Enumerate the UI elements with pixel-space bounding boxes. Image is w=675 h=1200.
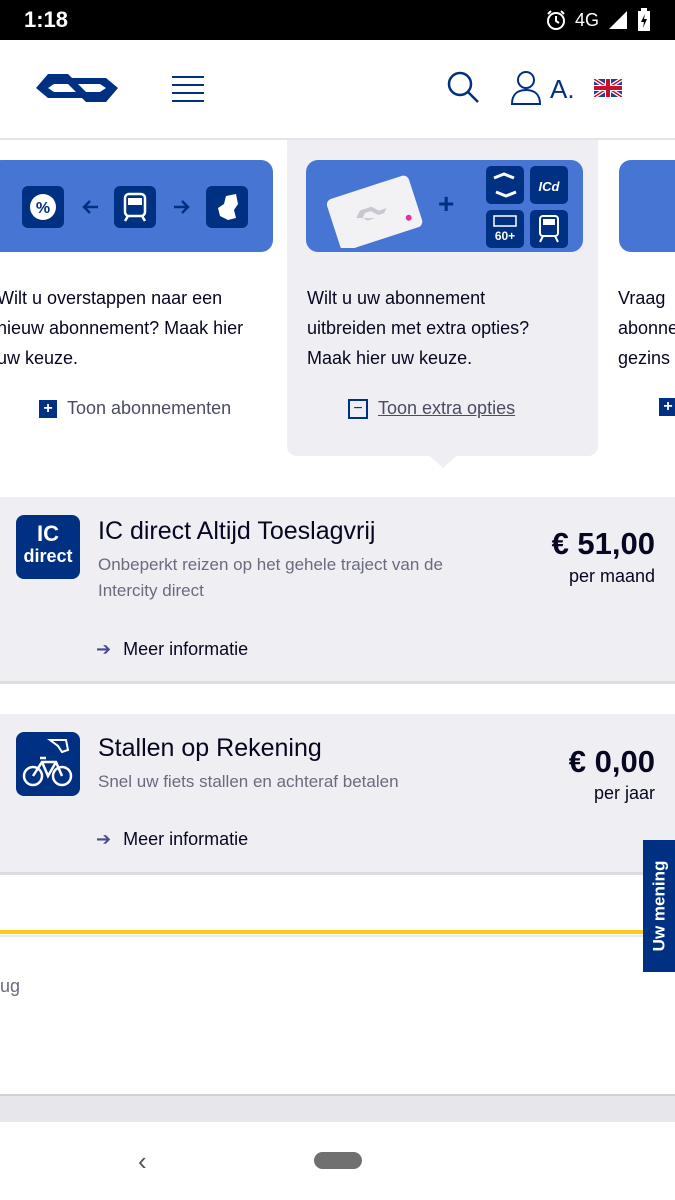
discount-icon: %	[22, 186, 64, 228]
site-header: A.	[0, 40, 675, 140]
hamburger-menu-icon[interactable]	[172, 74, 204, 104]
product-price: € 0,00	[568, 744, 655, 779]
product-price: € 51,00	[551, 526, 655, 561]
user-icon[interactable]	[510, 70, 542, 106]
switch-subscription-banner: %	[0, 160, 273, 252]
train-icon	[114, 186, 156, 228]
status-icons: 4G	[545, 8, 651, 32]
family-banner	[619, 160, 675, 252]
age-badge: 60+	[495, 229, 515, 243]
plus-sign: +	[438, 188, 455, 219]
icd-badge: ICd	[539, 179, 561, 194]
signal-icon	[609, 11, 627, 29]
product-stallen[interactable]: Stallen op Rekening Snel uw fiets stalle…	[0, 714, 675, 875]
home-pill[interactable]	[314, 1152, 362, 1169]
more-info-link[interactable]: ➔ Meer informatie	[96, 639, 248, 660]
section-divider	[0, 935, 675, 937]
show-extra-options-link[interactable]: − Toon extra opties	[348, 398, 515, 419]
search-icon[interactable]	[446, 70, 480, 104]
arrow-right-icon: ➔	[96, 639, 112, 659]
plus-square-icon: +	[659, 398, 675, 416]
product-description: Snel uw fiets stallen en achteraf betale…	[98, 772, 399, 791]
ns-logo[interactable]	[34, 70, 120, 106]
ns-card-icon	[326, 175, 423, 248]
alarm-icon	[546, 10, 565, 30]
uk-flag-icon[interactable]	[594, 79, 622, 97]
show-subscriptions-link[interactable]: + Toon abonnementen	[39, 398, 231, 419]
svg-text:%: %	[36, 200, 50, 217]
netherlands-map-icon	[206, 186, 248, 228]
options-carousel[interactable]: % + ICd 60+ Wilt u overstappen naar een …	[0, 140, 675, 468]
plus-square-icon: +	[39, 399, 57, 418]
battery-icon	[638, 8, 650, 31]
network-type: 4G	[574, 9, 599, 30]
bicycle-parking-icon	[16, 732, 80, 796]
extra-options-banner: + ICd 60+	[306, 160, 583, 252]
footer-band	[0, 1094, 675, 1124]
options-grid-icon: ICd 60+	[486, 166, 568, 248]
card-3-text: Vraag abonne gezins	[618, 288, 675, 368]
card-1-text: Wilt u overstappen naar een nieuw abonne…	[0, 288, 244, 368]
active-card-pointer	[423, 450, 463, 468]
ic-direct-icon: IC direct	[16, 515, 80, 579]
arrow-right-icon	[174, 200, 190, 214]
card-3-link[interactable]: +	[659, 398, 675, 416]
feedback-tab[interactable]: Uw mening	[643, 840, 675, 972]
status-time: 1:18	[24, 7, 69, 32]
card-2-text: Wilt u uw abonnement uitbreiden met extr…	[307, 288, 530, 368]
product-period: per maand	[568, 566, 655, 586]
status-bar: 1:18 4G	[0, 0, 675, 40]
section-divider-yellow	[0, 930, 643, 934]
user-name[interactable]: A.	[550, 74, 575, 105]
product-description: Onbeperkt reizen op het gehele traject v…	[98, 555, 443, 600]
product-period: per jaar	[593, 783, 655, 803]
product-ic-direct[interactable]: IC direct IC direct Altijd Toeslagvrij O…	[0, 497, 675, 684]
more-info-link[interactable]: ➔ Meer informatie	[96, 829, 248, 850]
partial-text: ug	[0, 976, 21, 996]
minus-square-icon: −	[348, 398, 368, 419]
product-title: IC direct Altijd Toeslagvrij	[98, 517, 376, 545]
arrow-right-icon: ➔	[96, 829, 112, 849]
back-button[interactable]: ‹	[138, 1146, 147, 1177]
arrow-left-icon	[82, 200, 98, 214]
product-title: Stallen op Rekening	[98, 734, 322, 762]
